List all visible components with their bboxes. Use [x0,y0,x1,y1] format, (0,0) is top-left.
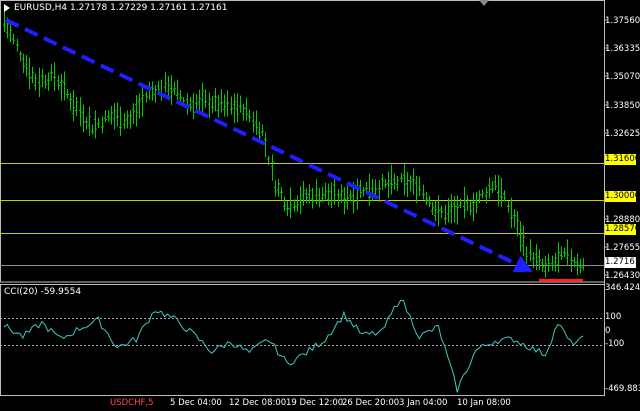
cci-tick: 346.4245 [605,283,640,293]
time-tick-faded: USDCHF,5 [110,398,154,408]
chart-dropdown-icon[interactable] [479,0,489,6]
symbol-timeframe: EURUSD,H4 [14,3,68,13]
cci-name: CCI(20) [4,287,38,297]
cci-header: CCI(20) -59.9554 [4,287,81,297]
cci-tick: -469.8834 [605,384,640,394]
time-tick: 10 Jan 08:00 [457,398,511,408]
time-tick: 3 Jan 04:00 [399,398,448,408]
time-tick: 19 Dec 12:00 [286,398,344,408]
level-box-1: 1.31600 [605,154,640,165]
time-tick: 5 Dec 04:00 [170,398,222,408]
price-tick: 1.35070 [605,72,640,82]
level-box-3: 1.28570 [605,224,640,235]
level-box-2: 1.30000 [605,191,640,202]
price-tick: 1.37560 [605,16,640,26]
price-tick: 1.26430 [605,271,640,281]
cci-tick: -100 [605,339,625,349]
price-tick: 1.32625 [605,129,640,139]
time-tick: 12 Dec 08:00 [229,398,287,408]
cci-tick: 100 [605,312,622,322]
ohlc-values: 1.27178 1.27229 1.27161 1.27161 [70,3,228,13]
price-tick: 1.36335 [605,44,640,54]
cci-tick: 0 [605,326,611,336]
time-tick: 26 Dec 20:00 [342,398,400,408]
cci-value: -59.9554 [40,287,82,297]
header-arrow-icon [4,4,10,12]
price-tick: 1.27655 [605,243,640,253]
chart-header: EURUSD,H4 1.27178 1.27229 1.27161 1.2716… [14,3,227,13]
trading-chart[interactable] [0,0,640,411]
current-price-box: 1.27161 [605,257,640,268]
price-tick: 1.33850 [605,101,640,111]
